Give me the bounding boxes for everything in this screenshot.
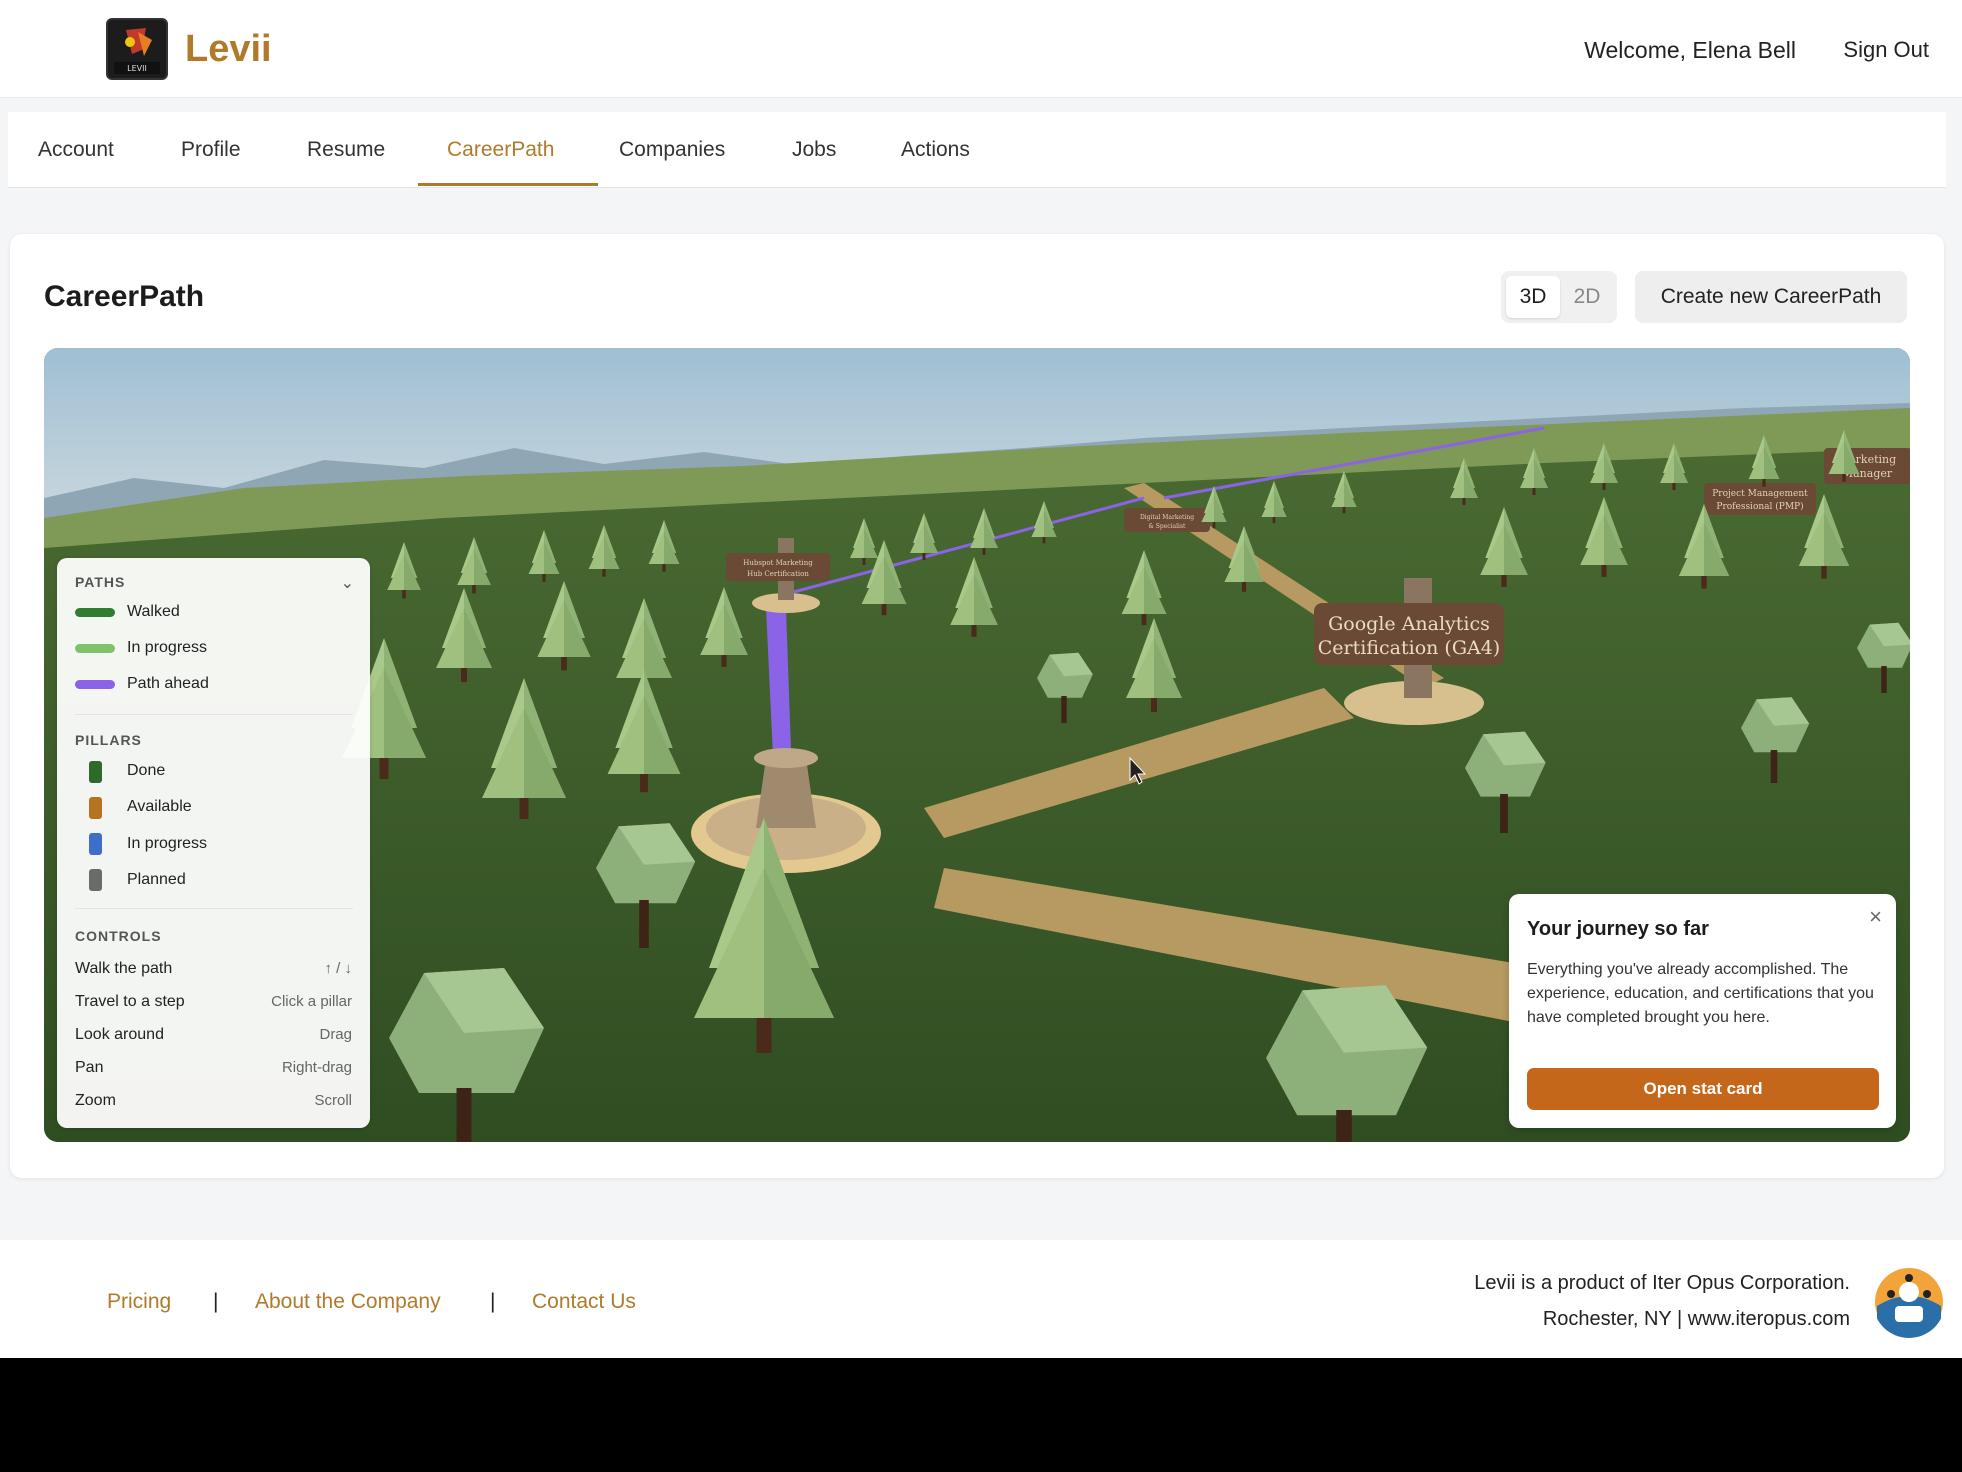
control-look-label: Look around xyxy=(75,1026,164,1043)
pillar-planned-swatch xyxy=(89,869,102,891)
tab-account[interactable]: Account xyxy=(38,138,114,162)
logo-badge-text: LEVII xyxy=(127,64,147,73)
journey-popup: Your journey so far × Everything you've … xyxy=(1509,894,1896,1128)
close-icon[interactable]: × xyxy=(1869,904,1882,930)
pillar-in-progress-swatch xyxy=(89,833,102,855)
page-title: CareerPath xyxy=(44,280,205,313)
journey-title: Your journey so far xyxy=(1527,918,1709,940)
footer-link-contact[interactable]: Contact Us xyxy=(532,1290,636,1314)
control-pan-label: Pan xyxy=(75,1059,104,1076)
levii-logo-icon[interactable]: LEVII xyxy=(106,18,168,80)
control-zoom-input: Scroll xyxy=(314,1092,352,1109)
footer-company-text: Levii is a product of Iter Opus Corporat… xyxy=(1474,1272,1850,1294)
welcome-message: Welcome, Elena Bell xyxy=(1584,37,1796,63)
control-travel-input: Click a pillar xyxy=(271,993,352,1010)
tab-resume[interactable]: Resume xyxy=(307,138,385,162)
sign-ga4-line1: Google Analytics xyxy=(1328,613,1490,635)
sign-digital-line2: & Specialist xyxy=(1149,523,1187,530)
sign-pmp-line1: Project Management xyxy=(1712,489,1808,499)
sign-hubspot-line1: Hubspot Marketing xyxy=(743,559,813,567)
create-careerpath-button[interactable]: Create new CareerPath xyxy=(1635,271,1907,323)
journey-description: Everything you've already accomplished. … xyxy=(1527,961,1874,1026)
sign-out-link[interactable]: Sign Out xyxy=(1843,37,1929,63)
path-walked-label: Walked xyxy=(127,603,180,620)
footer: Pricing | About the Company | Contact Us… xyxy=(0,1240,1962,1358)
view-mode-toggle: 3D 2D xyxy=(1501,271,1617,323)
control-look-input: Drag xyxy=(319,1026,352,1043)
map-legend-panel: PATHS ⌄ Walked In progress Path ahead PI… xyxy=(57,558,370,1128)
footer-address-text: Rochester, NY | www.iteropus.com xyxy=(1542,1308,1850,1330)
footer-link-about[interactable]: About the Company xyxy=(255,1290,441,1314)
pillar-in-progress-label: In progress xyxy=(127,835,208,852)
view-2d-button[interactable]: 2D xyxy=(1560,276,1614,318)
sign-pmp-line2: Professional (PMP) xyxy=(1716,501,1803,512)
iter-opus-logo-icon xyxy=(1873,1266,1945,1338)
footer-separator: | xyxy=(213,1290,219,1313)
sign-digital-line1: Digital Marketing xyxy=(1140,514,1194,521)
tab-jobs[interactable]: Jobs xyxy=(792,138,836,162)
pillar-done-swatch xyxy=(89,761,102,783)
view-3d-button[interactable]: 3D xyxy=(1506,276,1560,318)
top-header: LEVII Levii Welcome, Elena Bell Sign Out xyxy=(0,0,1962,98)
path-ahead-label: Path ahead xyxy=(127,675,209,692)
legend-divider xyxy=(75,908,353,909)
footer-separator: | xyxy=(490,1290,496,1313)
tab-companies[interactable]: Companies xyxy=(619,138,725,162)
tab-actions[interactable]: Actions xyxy=(901,138,970,162)
screen-bottom-bar xyxy=(0,1358,1962,1472)
control-walk-label: Walk the path xyxy=(75,960,173,977)
path-in-progress-swatch xyxy=(75,644,115,653)
pillar-done-label: Done xyxy=(127,762,166,779)
sign-hubspot-line2: Hub Certification xyxy=(747,570,809,578)
chevron-down-icon[interactable]: ⌄ xyxy=(341,573,354,593)
legend-divider xyxy=(75,714,353,715)
pillar-planned-label: Planned xyxy=(127,871,186,888)
footer-link-pricing[interactable]: Pricing xyxy=(107,1290,171,1314)
pillar-available-label: Available xyxy=(127,798,192,815)
control-walk-input: ↑ / ↓ xyxy=(324,960,352,977)
brand-name[interactable]: Levii xyxy=(185,28,272,71)
main-nav-tabs: Account Profile Resume CareerPath Compan… xyxy=(8,112,1946,188)
path-in-progress-label: In progress xyxy=(127,639,208,656)
control-travel-label: Travel to a step xyxy=(75,993,185,1010)
control-zoom-label: Zoom xyxy=(75,1092,116,1109)
control-pan-input: Right-drag xyxy=(281,1059,352,1076)
pillar-available-swatch xyxy=(89,797,102,819)
legend-paths-heading: PATHS xyxy=(75,574,126,590)
tab-profile[interactable]: Profile xyxy=(181,138,241,162)
legend-pillars-heading: PILLARS xyxy=(75,732,142,748)
path-ahead-swatch xyxy=(75,680,115,689)
open-stat-card-button[interactable]: Open stat card xyxy=(1527,1068,1879,1110)
legend-controls-heading: CONTROLS xyxy=(75,928,162,944)
sign-ga4-line2: Certification (GA4) xyxy=(1318,637,1500,659)
path-walked-swatch xyxy=(75,608,115,617)
active-tab-indicator xyxy=(418,183,598,186)
tab-careerpath[interactable]: CareerPath xyxy=(447,138,554,162)
